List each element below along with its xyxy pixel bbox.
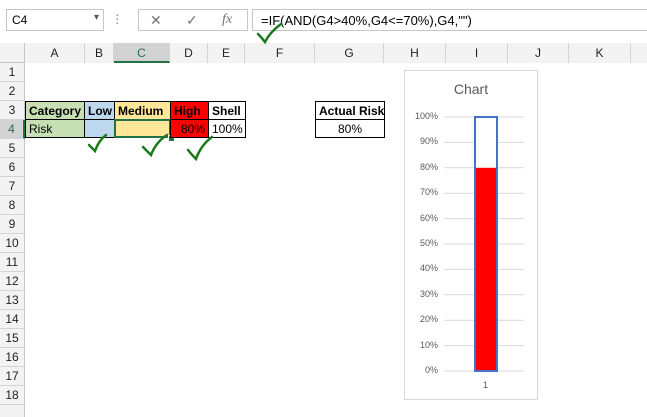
handwritten-check-icon — [186, 135, 214, 162]
select-all-corner[interactable] — [0, 43, 25, 63]
column-header-h[interactable]: H — [384, 43, 446, 63]
chart-x-tick-1: 1 — [483, 380, 489, 390]
row-header-1[interactable]: 1 — [0, 63, 25, 82]
formula-input[interactable]: =IF(AND(G4>40%,G4<=70%),G4,"") — [252, 9, 647, 31]
row-header-15[interactable]: 15 — [0, 329, 25, 348]
chart[interactable]: Chart 0% 10% 20% 30% 40% 50% 60% 70% 80% 90% 100% … — [404, 70, 538, 400]
header-shell[interactable]: Shell — [208, 101, 246, 120]
row-header-3[interactable]: 3 — [0, 101, 25, 120]
row-header-17[interactable]: 17 — [0, 367, 25, 386]
row-header-16[interactable]: 16 — [0, 348, 25, 367]
row-header-partial[interactable] — [0, 405, 25, 417]
cell-risk-category[interactable]: Risk — [25, 119, 85, 138]
row-header-18[interactable]: 18 — [0, 386, 25, 405]
handwritten-check-icon — [256, 22, 283, 45]
row-header-10[interactable]: 10 — [0, 234, 25, 253]
formula-text: =IF(AND(G4>40%,G4<=70%),G4,"") — [261, 13, 472, 28]
header-low[interactable]: Low — [84, 101, 115, 120]
row-header-14[interactable]: 14 — [0, 310, 25, 329]
actual-risk-label[interactable]: Actual Risk — [315, 101, 385, 120]
row-header-6[interactable]: 6 — [0, 158, 25, 177]
row-header-11[interactable]: 11 — [0, 253, 25, 272]
row-header-5[interactable]: 5 — [0, 139, 25, 158]
row-header-9[interactable]: 9 — [0, 215, 25, 234]
drag-handle-icon[interactable]: · · · — [115, 7, 121, 29]
header-medium[interactable]: Medium — [114, 101, 171, 120]
actual-risk-value[interactable]: 80% — [315, 119, 385, 138]
column-header-k[interactable]: K — [569, 43, 631, 63]
row-header-13[interactable]: 13 — [0, 291, 25, 310]
handwritten-check-icon — [87, 133, 108, 154]
column-header-g[interactable]: G — [315, 43, 384, 63]
name-box[interactable]: C4 ▾ — [6, 9, 104, 31]
chart-plot — [444, 116, 524, 372]
row-header-12[interactable]: 12 — [0, 272, 25, 291]
header-high[interactable]: High — [170, 101, 209, 120]
column-header-c[interactable]: C — [114, 43, 170, 63]
column-header-b[interactable]: B — [85, 43, 114, 63]
formula-area: C4 ▾ · · · ✕ ✓ fx =IF(AND(G4>40%,G4<=70%),… — [0, 0, 647, 43]
column-header-i[interactable]: I — [446, 43, 508, 63]
header-category[interactable]: Category — [25, 101, 85, 120]
column-header-e[interactable]: E — [208, 43, 245, 63]
chevron-down-icon[interactable]: ▾ — [94, 12, 99, 23]
column-header-a[interactable]: A — [25, 43, 85, 63]
cancel-x-icon[interactable]: ✕ — [150, 12, 162, 29]
column-header-partial[interactable] — [631, 43, 647, 63]
column-header-f[interactable]: F — [245, 43, 315, 63]
column-header-j[interactable]: J — [508, 43, 569, 63]
fx-button[interactable]: fx — [222, 12, 232, 28]
row-header-7[interactable]: 7 — [0, 177, 25, 196]
row-header-4[interactable]: 4 — [0, 120, 25, 139]
column-header-d[interactable]: D — [170, 43, 208, 63]
row-header-2[interactable]: 2 — [0, 82, 25, 101]
handwritten-check-icon — [141, 133, 169, 158]
row-header-8[interactable]: 8 — [0, 196, 25, 215]
chart-bar-actual[interactable] — [476, 167, 496, 370]
name-box-value: C4 — [12, 13, 28, 27]
check-icon[interactable]: ✓ — [186, 12, 198, 29]
